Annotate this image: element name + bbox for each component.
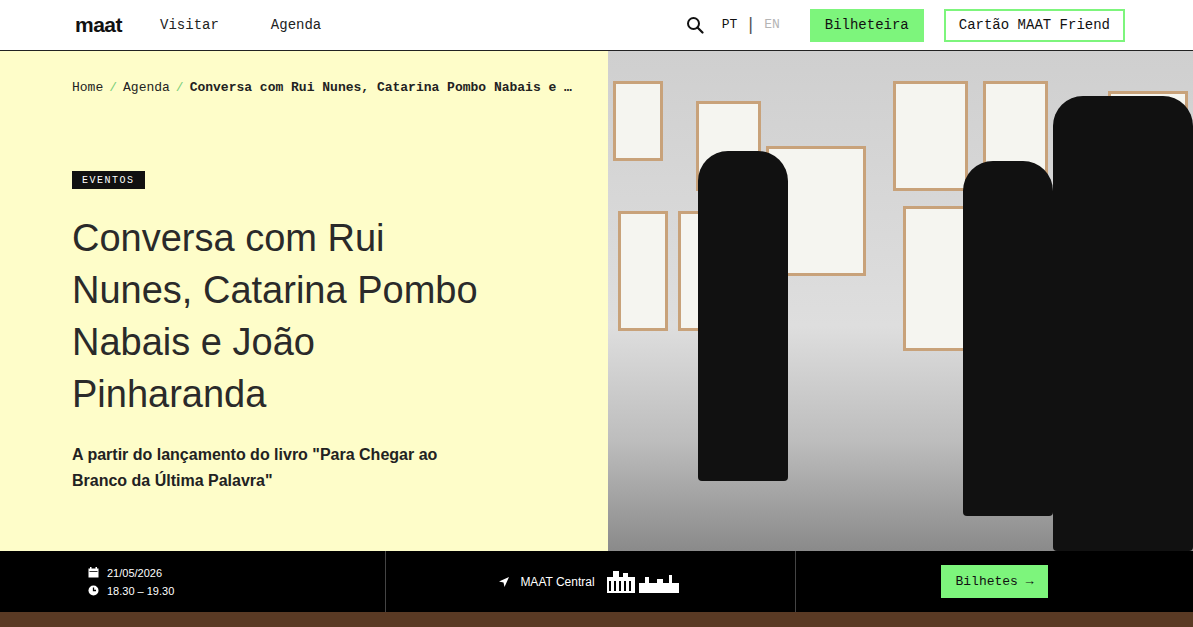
event-title: Conversa com Rui Nunes, Catarina Pombo N…: [72, 212, 492, 420]
location-name: MAAT Central: [520, 573, 594, 591]
event-info-bar: 21/05/202618.30 – 19.30 MAAT Central Bilhe…: [0, 551, 1193, 612]
breadcrumb-separator: /: [176, 78, 184, 98]
breadcrumb-item[interactable]: Home: [72, 78, 103, 98]
tickets-button[interactable]: Bilhetes →: [941, 565, 1047, 599]
page-strip: [0, 612, 1193, 627]
language-option[interactable]: PT: [722, 15, 738, 35]
location-arrow-icon: [498, 576, 510, 588]
friend-card-button[interactable]: Cartão MAAT Friend: [944, 9, 1125, 42]
breadcrumb-nav: Home / Agenda / Conversa com Rui Nunes, Cata…: [72, 78, 598, 98]
event-date: 21/05/2026: [107, 564, 162, 582]
breadcrumb-separator: /: [109, 78, 117, 98]
language-option[interactable]: EN: [764, 15, 780, 35]
logo[interactable]: maat: [75, 9, 122, 41]
top-actions: PT | EN Bilheteira Cartão MAAT Friend: [686, 9, 1125, 42]
clock-icon: [88, 585, 99, 596]
breadcrumb-item: Conversa com Rui Nunes, Catarina Pombo N…: [190, 78, 572, 98]
category-badge: EVENTOS: [72, 171, 145, 189]
language-switch: PT | EN: [722, 12, 780, 39]
building-icon: [605, 569, 683, 595]
nav-link[interactable]: Agenda: [271, 15, 321, 36]
event-location: MAAT Central: [386, 551, 796, 612]
ticket-office-button[interactable]: Bilheteira: [810, 9, 924, 42]
top-navbar: maat Visitar Agenda PT | EN Bilheteira Cartão M…: [0, 0, 1193, 51]
date-time: 21/05/202618.30 – 19.30: [0, 551, 386, 612]
event-subtitle: A partir do lançamento do livro "Para Ch…: [72, 442, 472, 494]
language-separator: |: [745, 12, 756, 39]
nav-link[interactable]: Visitar: [160, 15, 219, 36]
calendar-icon: [88, 567, 99, 578]
event-photo: [608, 51, 1193, 551]
search-icon[interactable]: [686, 16, 704, 34]
hero: Home / Agenda / Conversa com Rui Nunes, Cata…: [0, 51, 1193, 551]
tickets-area: Bilhetes →: [796, 551, 1193, 612]
event-time: 18.30 – 19.30: [107, 582, 174, 600]
breadcrumb-item[interactable]: Agenda: [123, 78, 170, 98]
hero-text-panel: Home / Agenda / Conversa com Rui Nunes, Cata…: [0, 51, 608, 551]
